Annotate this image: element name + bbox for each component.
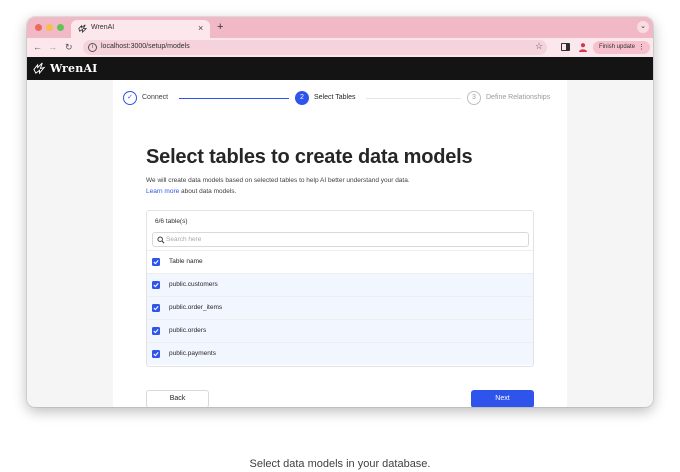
row-checkbox[interactable] [152,281,160,289]
search-icon [157,236,165,244]
table-header-row: Table name [147,250,533,273]
page-description: We will create data models based on sele… [146,177,410,184]
table-selector: 6/6 table(s) Table name public.customers [146,210,534,367]
selected-count: 6/6 table(s) [155,218,188,225]
table-name-cell: public.orders [169,327,207,334]
close-window-button[interactable] [35,24,42,31]
image-caption: Select data models in your database. [249,458,431,470]
minimize-window-button[interactable] [46,24,53,31]
step-define-relationships-number: 3 [467,91,481,105]
row-checkbox[interactable] [152,327,160,335]
checkmark-icon [153,260,159,265]
url-text[interactable]: localhost:3000/setup/models [101,43,190,50]
back-arrow-icon[interactable]: ← [33,41,42,53]
search-box[interactable] [152,232,529,247]
table-row[interactable]: public.payments [147,342,533,365]
app-header: WrenAI [27,57,653,80]
checkmark-icon [153,306,159,311]
step-select-tables-number: 2 [295,91,309,105]
back-button[interactable]: Back [146,390,209,407]
select-all-checkbox[interactable] [152,258,160,266]
learn-more-suffix: about data models. [179,188,237,195]
brand-name: WrenAI [50,62,98,75]
address-bar[interactable]: i localhost:3000/setup/models [83,40,547,55]
checkmark-icon [153,283,159,288]
browser-window: WrenAI × + ⌄ ← → ↻ i localhost:3000/setu… [27,17,653,407]
step-connect-check-icon: ✓ [123,91,137,105]
row-checkbox[interactable] [152,304,160,312]
tab-bar: WrenAI × + ⌄ [27,17,653,38]
table-row[interactable]: public.orders [147,319,533,342]
search-input[interactable] [166,234,516,245]
step-divider [179,98,289,99]
profile-icon[interactable] [578,42,588,52]
table-name-cell: public.order_items [169,304,223,311]
maximize-window-button[interactable] [57,24,64,31]
page-title: Select tables to create data models [146,146,473,168]
column-header-table-name: Table name [169,258,203,265]
site-info-icon[interactable]: i [88,43,97,52]
bookmark-star-icon[interactable]: ☆ [535,40,543,52]
finish-update-label: Finish update [599,44,636,50]
learn-more-line: Learn more about data models. [146,188,236,195]
learn-more-link[interactable]: Learn more [146,188,179,195]
new-tab-button[interactable]: + [217,20,223,34]
checkmark-icon [153,329,159,334]
step-select-tables-label: Select Tables [314,94,356,101]
finish-update-button[interactable]: Finish update ⋮ [593,41,650,54]
wrenai-logo-icon [33,62,46,75]
next-button[interactable]: Next [471,390,534,407]
browser-tab-wrenai[interactable]: WrenAI × [71,20,210,38]
tab-search-chevron-down-icon[interactable]: ⌄ [637,21,649,33]
step-divider [366,98,461,99]
table-name-cell: public.customers [169,281,218,288]
setup-panel: ✓ Connect 2 Select Tables 3 Define Relat… [113,80,567,407]
reload-icon[interactable]: ↻ [65,41,73,53]
row-checkbox[interactable] [152,350,160,358]
browser-toolbar: ← → ↻ i localhost:3000/setup/models ☆ Fi… [27,38,653,57]
step-define-relationships-label: Define Relationships [486,94,551,101]
checkmark-icon [153,352,159,357]
table-name-cell: public.payments [169,350,216,357]
kebab-menu-icon: ⋮ [638,44,645,51]
table-row[interactable]: public.order_items [147,296,533,319]
wrenai-favicon-icon [78,24,88,34]
tab-title: WrenAI [91,24,115,31]
tab-close-icon[interactable]: × [198,22,203,34]
forward-arrow-icon[interactable]: → [48,41,57,53]
table-row[interactable]: public.customers [147,273,533,296]
side-panel-icon[interactable] [561,43,570,51]
step-connect-label: Connect [142,94,169,101]
